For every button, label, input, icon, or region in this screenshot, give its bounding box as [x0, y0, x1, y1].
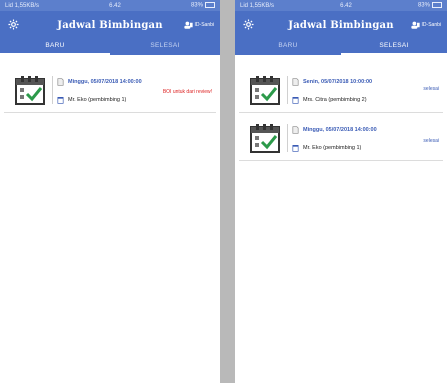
calendar-check-icon: [250, 124, 280, 153]
schedule-item[interactable]: Senin, 05/07/2018 10:00:00 selesai Mrs. …: [239, 68, 443, 113]
profile-button[interactable]: ID-Sanbi: [410, 21, 441, 29]
left-screen: Lid 1,55KB/s 6.42 83% Jadwal Bimbingan I…: [0, 0, 220, 383]
document-icon: [292, 78, 299, 86]
tab-bar: BARU SELESAI: [235, 39, 447, 55]
status-text: selesai: [423, 86, 439, 92]
battery-indicator: 83%: [418, 2, 442, 9]
schedule-item[interactable]: Minggu, 05/07/2018 14:00:00 BOI untuk da…: [4, 68, 216, 113]
signal-text: Lid 1,55KB/s: [5, 2, 40, 9]
calendar-icon: [292, 97, 299, 104]
status-text: selesai: [423, 138, 439, 144]
item-divider: [287, 76, 288, 104]
app-bar: Jadwal Bimbingan ID-Sanbi: [0, 11, 220, 39]
lecturer-row: Mr. Eko (pembimbing 1): [57, 96, 126, 104]
date-row: Senin, 05/07/2018 10:00:00: [292, 78, 372, 86]
app-bar: Jadwal Bimbingan ID-Sanbi: [235, 11, 447, 39]
calendar-check-icon: [250, 76, 280, 105]
status-bar: Lid 1,55KB/s 6.42 83%: [235, 0, 447, 11]
lecturer-row: Mr. Eko (pembimbing 1): [292, 144, 361, 152]
item-divider: [52, 76, 53, 104]
tab-selesai[interactable]: SELESAI: [110, 39, 220, 55]
clock-text: 6.42: [109, 2, 121, 9]
date-row: Minggu, 05/07/2018 14:00:00: [57, 78, 142, 86]
clock-text: 6.42: [340, 2, 352, 9]
schedule-date: Minggu, 05/07/2018 14:00:00: [303, 127, 377, 133]
profile-icon: [410, 21, 420, 29]
tab-selesai[interactable]: SELESAI: [341, 39, 447, 55]
tab-baru[interactable]: BARU: [0, 39, 110, 55]
calendar-check-icon: [15, 76, 45, 105]
status-bar: Lid 1,55KB/s 6.42 83%: [0, 0, 220, 11]
status-text: BOI untuk dari review!: [162, 89, 212, 95]
gear-icon[interactable]: [8, 19, 19, 30]
lecturer-name: Mrs. Citra (pembimbing 2): [303, 97, 367, 103]
calendar-icon: [57, 97, 64, 104]
lecturer-name: Mr. Eko (pembimbing 1): [68, 97, 127, 103]
lecturer-row: Mrs. Citra (pembimbing 2): [292, 96, 367, 104]
document-icon: [292, 126, 299, 134]
item-divider: [287, 124, 288, 152]
date-row: Minggu, 05/07/2018 14:00:00: [292, 126, 377, 134]
schedule-date: Minggu, 05/07/2018 14:00:00: [68, 79, 142, 85]
schedule-item[interactable]: Minggu, 05/07/2018 14:00:00 selesai Mr. …: [239, 116, 443, 161]
battery-indicator: 83%: [191, 2, 215, 9]
gear-icon[interactable]: [243, 19, 254, 30]
profile-label: ID-Sanbi: [194, 22, 214, 28]
schedule-date: Senin, 05/07/2018 10:00:00: [303, 79, 373, 85]
right-screen: Lid 1,55KB/s 6.42 83% Jadwal Bimbingan I…: [235, 0, 447, 383]
tab-baru[interactable]: BARU: [235, 39, 341, 55]
tab-bar: BARU SELESAI: [0, 39, 220, 55]
document-icon: [57, 78, 64, 86]
profile-button[interactable]: ID-Sanbi: [183, 21, 214, 29]
battery-icon: [204, 2, 215, 9]
signal-text: Lid 1,55KB/s: [240, 2, 275, 9]
profile-label: ID-Sanbi: [421, 22, 441, 28]
calendar-icon: [292, 145, 299, 152]
battery-icon: [431, 2, 442, 9]
lecturer-name: Mr. Eko (pembimbing 1): [303, 145, 362, 151]
profile-icon: [183, 21, 193, 29]
